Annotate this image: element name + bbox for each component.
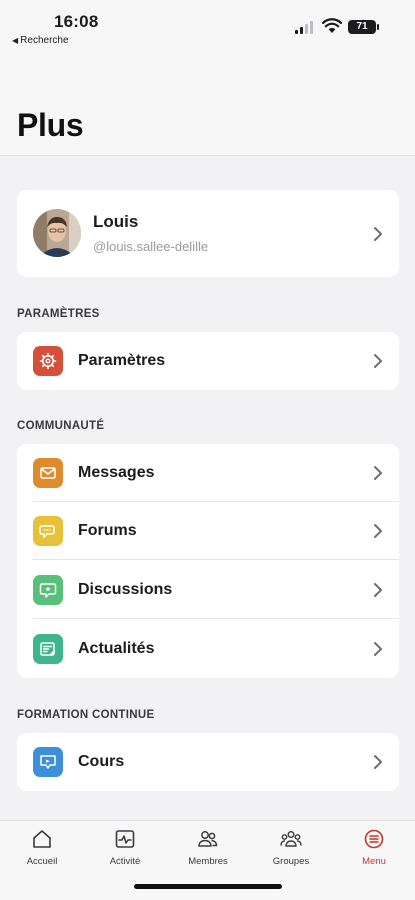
chevron-right-icon — [374, 524, 382, 538]
page-header: Plus — [0, 52, 415, 156]
menu-item-label: Paramètres — [78, 352, 166, 369]
news-icon — [33, 634, 63, 664]
menu-icon — [364, 829, 384, 849]
wifi-icon — [322, 18, 342, 33]
home-indicator[interactable] — [134, 884, 282, 889]
chevron-right-icon — [374, 466, 382, 480]
profile-card[interactable]: Louis @louis.sallee-delille — [17, 190, 399, 277]
battery-icon: 71 — [348, 20, 379, 34]
tab-label: Accueil — [26, 856, 58, 867]
gear-icon — [33, 346, 63, 376]
menu-item-cours[interactable]: Cours — [17, 733, 399, 791]
tab-groupes[interactable]: Groupes — [256, 827, 326, 873]
back-label: Recherche — [20, 35, 69, 46]
chevron-right-icon — [374, 227, 382, 241]
section-title-formation-continue: FORMATION CONTINUE — [17, 709, 155, 721]
section-title-communaute: COMMUNAUTÉ — [17, 420, 105, 432]
avatar — [33, 209, 81, 257]
tab-label: Groupes — [272, 856, 310, 867]
status-time: 16:08 — [54, 12, 99, 31]
divider — [33, 559, 399, 560]
menu-item-actualites[interactable]: Actualités — [17, 620, 399, 678]
status-bar: 16:08 ◀ Recherche 71 — [0, 0, 415, 52]
community-card: Messages Forums Discussions Actualités — [17, 444, 399, 678]
menu-item-label: Actualités — [78, 640, 155, 657]
section-title-parametres: PARAMÈTRES — [17, 308, 100, 320]
tab-menu[interactable]: Menu — [339, 827, 409, 873]
chevron-right-icon — [374, 583, 382, 597]
training-card: Cours — [17, 733, 399, 791]
course-icon — [33, 747, 63, 777]
menu-item-label: Forums — [78, 522, 137, 539]
activity-icon — [115, 830, 135, 848]
discussion-icon — [33, 575, 63, 605]
chevron-right-icon — [374, 354, 382, 368]
tab-activite[interactable]: Activité — [90, 827, 160, 873]
home-icon — [33, 830, 51, 848]
profile-handle: @louis.sallee-delille — [93, 239, 209, 254]
back-to-search-link[interactable]: ◀ Recherche — [12, 35, 69, 46]
menu-item-discussions[interactable]: Discussions — [17, 561, 399, 619]
screen: 16:08 ◀ Recherche 71 Plus Louis @louis.s… — [0, 0, 415, 900]
profile-name: Louis — [93, 212, 139, 231]
tab-label: Activité — [109, 856, 141, 867]
divider — [33, 618, 399, 619]
tab-membres[interactable]: Membres — [173, 827, 243, 873]
menu-item-label: Messages — [78, 464, 155, 481]
chevron-right-icon — [374, 642, 382, 656]
tab-accueil[interactable]: Accueil — [7, 827, 77, 873]
cellular-signal-icon — [295, 20, 317, 34]
settings-card: Paramètres — [17, 332, 399, 390]
menu-item-label: Cours — [78, 753, 125, 770]
chat-bubbles-icon — [33, 516, 63, 546]
page-title: Plus — [17, 107, 84, 143]
chevron-right-icon — [374, 755, 382, 769]
groups-icon — [280, 830, 302, 847]
menu-item-parametres[interactable]: Paramètres — [17, 332, 399, 390]
menu-item-label: Discussions — [78, 581, 173, 598]
envelope-icon — [33, 458, 63, 488]
menu-item-messages[interactable]: Messages — [17, 444, 399, 502]
tab-label: Membres — [188, 856, 228, 867]
members-icon — [198, 831, 218, 847]
menu-item-forums[interactable]: Forums — [17, 502, 399, 560]
tab-label: Menu — [362, 856, 386, 867]
back-triangle-icon: ◀ — [12, 36, 19, 45]
